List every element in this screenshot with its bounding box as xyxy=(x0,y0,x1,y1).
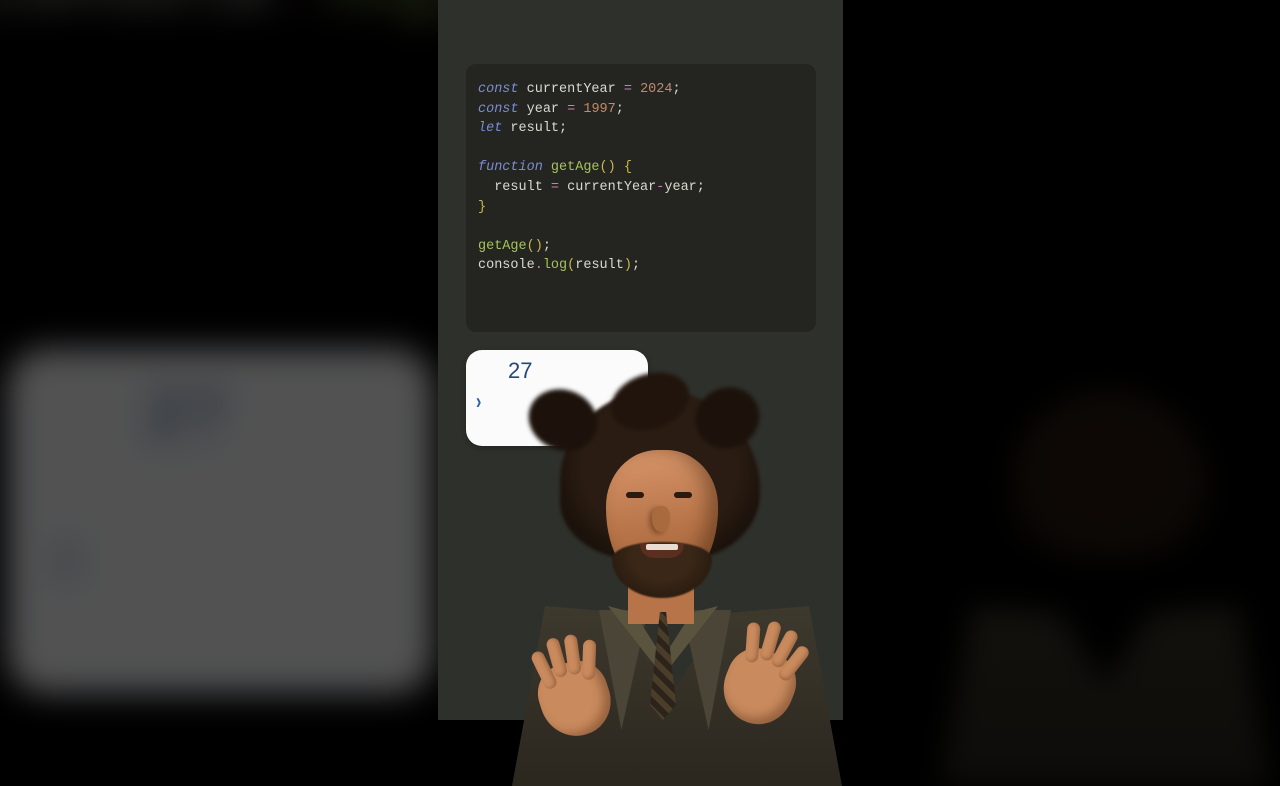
semi-5: ; xyxy=(543,239,551,254)
arg-result: result xyxy=(575,258,624,273)
call-getAge: getAge xyxy=(478,239,527,254)
kw-function: function xyxy=(478,160,543,175)
semi-3: ; xyxy=(559,121,567,136)
brace-open: { xyxy=(624,160,632,175)
id-currentYear-use: currentYear xyxy=(567,180,656,195)
indent xyxy=(478,180,494,195)
semi-4: ; xyxy=(697,180,705,195)
console-prompt-icon: › xyxy=(476,390,481,415)
id-result-decl: result xyxy=(510,121,559,136)
semi-6: ; xyxy=(632,258,640,273)
bg-output-card: 27 › xyxy=(8,349,434,694)
bg-console-obj: console xyxy=(0,0,273,28)
fn-parens: () xyxy=(600,160,616,175)
semi-2: ; xyxy=(616,102,624,117)
obj-console: console xyxy=(478,258,535,273)
bg-console-dot: . xyxy=(273,0,314,28)
id-result-assign: result xyxy=(494,180,543,195)
num-2024: 2024 xyxy=(640,82,672,97)
bg-person-blur-right xyxy=(900,380,1280,740)
num-1997: 1997 xyxy=(583,102,615,117)
bg-code-snippet: getAge(); console.log( xyxy=(0,0,479,30)
kw-const-1: const xyxy=(478,82,519,97)
kw-const-2: const xyxy=(478,102,519,117)
bg-output-prompt-icon: › xyxy=(47,516,84,607)
log-close: ) xyxy=(624,258,632,273)
id-year: year xyxy=(527,102,559,117)
eq-2: = xyxy=(567,102,575,117)
phone-frame: const currentYear = 2024; const year = 1… xyxy=(438,0,843,720)
id-currentYear: currentYear xyxy=(527,82,616,97)
eq-1: = xyxy=(624,82,632,97)
console-output-card: 27 › xyxy=(466,350,648,446)
brace-close: } xyxy=(478,200,486,215)
id-year-use: year xyxy=(664,180,696,195)
semi-1: ; xyxy=(672,82,680,97)
code-editor-card: const currentYear = 2024; const year = 1… xyxy=(466,64,816,332)
kw-let: let xyxy=(478,121,502,136)
method-log: log xyxy=(543,258,567,273)
call-getAge-parens: () xyxy=(527,239,543,254)
eq-3: = xyxy=(551,180,559,195)
fn-getAge-decl: getAge xyxy=(551,160,600,175)
bg-output-value: 27 xyxy=(54,378,388,456)
bg-log-call: log xyxy=(314,0,438,28)
dot-console: . xyxy=(535,258,543,273)
console-output-value: 27 xyxy=(484,358,638,384)
